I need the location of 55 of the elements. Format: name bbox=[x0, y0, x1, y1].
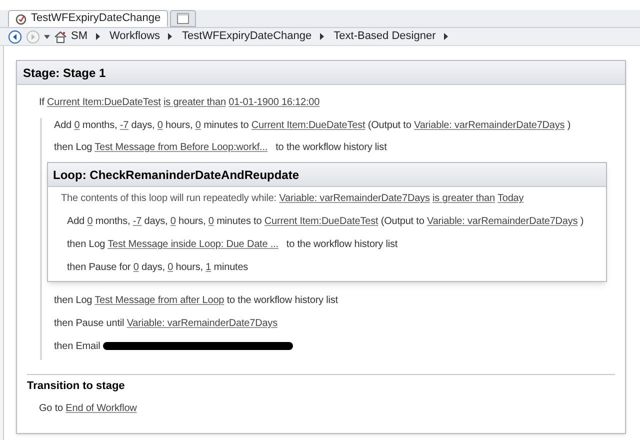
loop-title: Loop: CheckRemaninderDateAndReupdate bbox=[48, 163, 606, 187]
step-link[interactable]: 0 bbox=[157, 120, 163, 131]
step-link[interactable]: Test Message from Before Loop:workf... bbox=[94, 142, 268, 153]
workflow-step: Go to End of Workflow bbox=[39, 400, 615, 416]
breadcrumb-link[interactable]: Text-Based Designer bbox=[334, 28, 436, 45]
step-link[interactable]: Today bbox=[497, 193, 524, 204]
workflow-step: Add 0 months, -7 days, 0 hours, 0 minutes to Current Item:DueDateTest (Output to Variable: varRemainderDate7Days ) bbox=[67, 214, 606, 229]
step-link[interactable]: -7 bbox=[120, 120, 129, 131]
step-link[interactable]: 0 bbox=[195, 120, 201, 131]
step-link[interactable]: 1 bbox=[206, 262, 212, 273]
workflow-step: The contents of this loop will run repeatedly while: Variable: varRemainderDate7Days is greater than Today bbox=[61, 191, 606, 206]
workflow-icon bbox=[15, 12, 27, 24]
step-link[interactable]: Test Message inside Loop: Due Date ... bbox=[108, 239, 278, 250]
page-icon bbox=[176, 13, 189, 24]
step-link[interactable]: Variable: varRemainderDate7Days bbox=[279, 193, 430, 204]
step-link[interactable]: 0 bbox=[168, 262, 174, 273]
step-link[interactable]: Current Item:DueDateTest bbox=[251, 120, 366, 131]
step-link[interactable]: Current Item:DueDateTest bbox=[264, 216, 378, 227]
step-link[interactable]: 0 bbox=[170, 216, 176, 227]
document-tab[interactable]: TestWFExpiryDateChange bbox=[8, 10, 168, 27]
step-link[interactable]: Variable: varRemainderDate7Days bbox=[427, 216, 578, 227]
back-button[interactable] bbox=[8, 30, 22, 44]
step-link[interactable]: is greater than bbox=[164, 97, 226, 108]
step-link[interactable]: 0 bbox=[74, 120, 80, 131]
workflow-step: then Email bbox=[54, 339, 607, 354]
step-link[interactable]: Current Item:DueDateTest bbox=[47, 97, 161, 108]
step-link[interactable]: 01-01-1900 16:12:00 bbox=[228, 97, 320, 108]
step-link[interactable]: 0 bbox=[133, 262, 139, 273]
chevron-right-icon bbox=[168, 33, 172, 40]
stage-title: Stage: Stage 1 bbox=[17, 61, 625, 85]
workflow-step: then Pause until Variable: varRemainderDate7Days bbox=[54, 316, 607, 331]
breadcrumb-link[interactable]: Workflows bbox=[110, 28, 160, 45]
new-tab-button[interactable] bbox=[170, 10, 196, 27]
workflow-step: then Log Test Message inside Loop: Due Date ... to the workflow history list bbox=[67, 237, 606, 252]
workflow-step: then Log Test Message from Before Loop:workf... to the workflow history list bbox=[54, 140, 607, 155]
step-link[interactable]: Variable: varRemainderDate7Days bbox=[126, 318, 278, 329]
step-link[interactable]: Variable: varRemainderDate7Days bbox=[414, 120, 565, 131]
step-link[interactable]: Test Message from after Loop bbox=[94, 295, 224, 306]
step-link[interactable]: 0 bbox=[87, 216, 93, 227]
workflow-step: If Current Item:DueDateTest is greater than 01-01-1900 16:12:00 bbox=[39, 95, 625, 110]
chevron-right-icon bbox=[96, 33, 100, 40]
chevron-right-icon bbox=[320, 33, 324, 40]
breadcrumb-link[interactable]: TestWFExpiryDateChange bbox=[182, 28, 312, 45]
step-link[interactable]: -7 bbox=[132, 216, 142, 227]
breadcrumb-link[interactable]: SM bbox=[71, 28, 88, 45]
dropdown-caret-icon bbox=[44, 34, 50, 38]
chevron-right-icon bbox=[444, 33, 448, 40]
workflow-step: Add 0 months, -7 days, 0 hours, 0 minutes to Current Item:DueDateTest (Output to Variable: varRemainderDate7Days ) bbox=[54, 118, 607, 133]
transition-title: Transition to stage bbox=[27, 379, 126, 394]
step-link[interactable]: is greater than bbox=[432, 193, 495, 204]
home-icon bbox=[54, 30, 67, 42]
workflow-step: then Log Test Message from after Loop to the workflow history list bbox=[54, 293, 607, 308]
workflow-step: then Pause for 0 days, 0 hours, 1 minutes bbox=[67, 260, 606, 275]
step-link[interactable]: 0 bbox=[208, 216, 214, 227]
step-link[interactable]: End of Workflow bbox=[66, 402, 137, 414]
